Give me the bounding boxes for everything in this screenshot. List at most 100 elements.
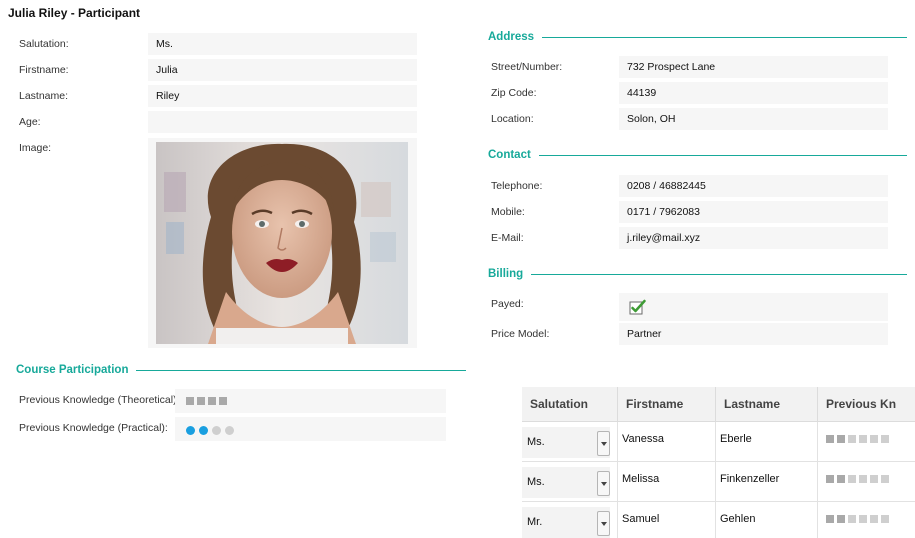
email-label: E-Mail: [491,232,524,244]
street-field[interactable]: 732 Prospect Lane [619,56,888,78]
column-header-salutation[interactable]: Salutation [522,387,618,422]
rating-square [848,515,856,523]
address-section-header: Address [488,31,907,43]
rating-squares [826,434,889,444]
chevron-down-icon[interactable] [597,511,610,536]
payed-field [619,293,888,321]
table-row[interactable]: Mr. Samuel Gehlen [522,502,915,538]
rating-square [848,475,856,483]
rating-square [837,515,845,523]
chevron-down-icon[interactable] [597,471,610,496]
rating-square [870,515,878,523]
course-section-header: Course Participation [16,364,466,376]
section-divider [531,273,907,275]
location-label: Location: [491,113,534,125]
lastname-cell: Gehlen [716,502,818,538]
rating-squares [826,474,889,484]
address-section-title: Address [488,31,535,43]
firstname-label: Firstname: [19,64,69,76]
lastname-cell: Finkenzeller [716,462,818,502]
column-header-previous-knowledge[interactable]: Previous Kn [818,387,915,422]
image-label: Image: [19,142,52,154]
lastname-label: Lastname: [19,90,69,102]
rating-square [859,435,867,443]
location-field[interactable]: Solon, OH [619,108,888,130]
salutation-select[interactable]: Mr. [522,507,610,538]
rating-dot[interactable] [186,425,195,435]
telephone-field[interactable]: 0208 / 46882445 [619,175,888,197]
rating-square [859,515,867,523]
price-model-field[interactable]: Partner [619,323,888,345]
section-divider [542,36,907,38]
rating-dot[interactable] [212,425,221,435]
firstname-cell: Samuel [618,502,716,538]
mobile-label: Mobile: [491,206,525,218]
price-model-label: Price Model: [491,328,550,340]
salutation-select-value: Ms. [527,476,545,488]
salutation-cell: Ms. [522,422,618,462]
practical-knowledge-rating[interactable] [175,417,446,441]
theoretical-knowledge-label: Previous Knowledge (Theoretical): [19,394,180,406]
chevron-down-icon[interactable] [597,431,610,456]
mobile-field[interactable]: 0171 / 7962083 [619,201,888,223]
course-section-title: Course Participation [16,364,129,376]
firstname-cell: Vanessa [618,422,716,462]
telephone-label: Telephone: [491,180,543,192]
rating-dot[interactable] [225,425,234,435]
rating-dots [186,419,234,441]
salutation-cell: Mr. [522,502,618,538]
salutation-label: Salutation: [19,38,69,50]
rating-square [881,435,889,443]
participants-grid: Salutation Firstname Lastname Previous K… [522,387,915,538]
lastname-cell: Eberle [716,422,818,462]
table-row[interactable]: Ms. Melissa Finkenzeller [522,462,915,502]
rating-dot[interactable] [199,425,208,435]
column-header-firstname[interactable]: Firstname [618,387,716,422]
contact-section-header: Contact [488,149,907,161]
participant-photo [156,142,408,344]
rating-squares [186,390,227,412]
salutation-select[interactable]: Ms. [522,467,610,498]
lastname-field[interactable]: Riley [148,85,417,107]
rating-square[interactable] [197,397,205,405]
rating-squares [826,514,889,524]
salutation-select-value: Mr. [527,516,543,528]
image-field[interactable] [148,138,417,348]
firstname-field[interactable]: Julia [148,59,417,81]
previous-knowledge-cell [818,462,915,502]
zip-field[interactable]: 44139 [619,82,888,104]
contact-section-title: Contact [488,149,531,161]
billing-section-title: Billing [488,268,524,280]
column-header-lastname[interactable]: Lastname [716,387,818,422]
salutation-cell: Ms. [522,462,618,502]
billing-section-header: Billing [488,268,907,280]
section-divider [538,154,907,156]
firstname-cell: Melissa [618,462,716,502]
rating-square[interactable] [208,397,216,405]
rating-square [826,435,834,443]
rating-square [837,475,845,483]
table-row[interactable]: Ms. Vanessa Eberle [522,422,915,462]
email-field[interactable]: j.riley@mail.xyz [619,227,888,249]
age-label: Age: [19,116,41,128]
salutation-select[interactable]: Ms. [522,427,610,458]
rating-square [881,515,889,523]
rating-square [837,435,845,443]
age-field[interactable] [148,111,417,133]
payed-label: Payed: [491,298,524,310]
rating-square[interactable] [186,397,194,405]
theoretical-knowledge-rating[interactable] [175,389,446,413]
salutation-select-value: Ms. [527,436,545,448]
salutation-field[interactable]: Ms. [148,33,417,55]
previous-knowledge-cell [818,422,915,462]
grid-header: Salutation Firstname Lastname Previous K… [522,387,915,422]
checkbox-checked-icon[interactable] [629,299,647,321]
rating-square[interactable] [219,397,227,405]
zip-label: Zip Code: [491,87,537,99]
practical-knowledge-label: Previous Knowledge (Practical): [19,422,168,434]
previous-knowledge-cell [818,502,915,538]
page-title: Julia Riley - Participant [8,6,141,20]
rating-square [870,435,878,443]
rating-square [826,475,834,483]
rating-square [848,435,856,443]
